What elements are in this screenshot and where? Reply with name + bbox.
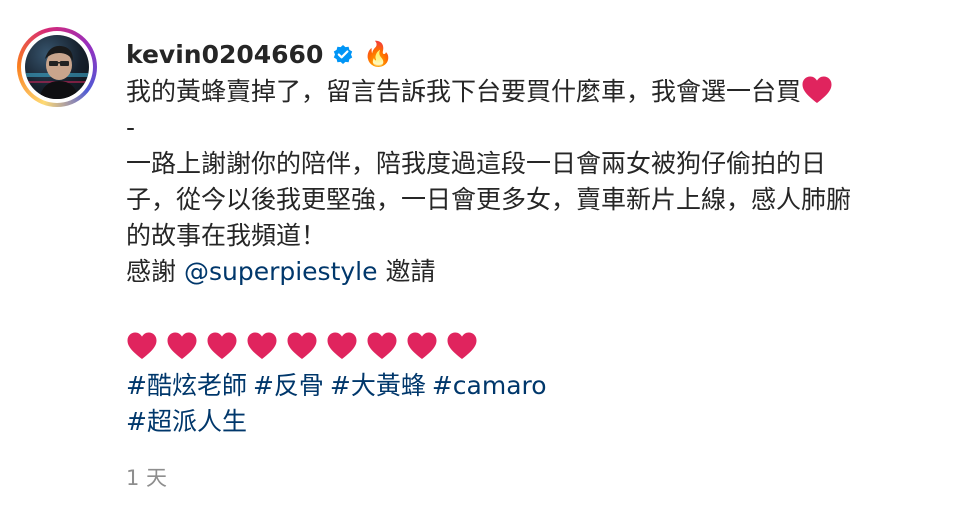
username-link[interactable]: kevin0204660	[126, 40, 323, 69]
caption-text: 我的黃蜂賣掉了，留言告訴我下台要買什麼車，我會選一台買	[126, 77, 802, 106]
mention-link[interactable]: @superpiestyle	[184, 257, 378, 286]
red-heart-icon	[166, 331, 198, 361]
caption-line-4: 子，從今以後我更堅強，一日會更多女，賣車新片上線，感人肺腑	[126, 185, 852, 214]
red-heart-icon	[246, 331, 278, 361]
comment-header: kevin0204660 🔥	[126, 34, 956, 74]
hearts-row	[126, 326, 956, 362]
caption-line-1: 我的黃蜂賣掉了，留言告訴我下台要買什麼車，我會選一台買	[126, 74, 956, 110]
verified-badge-icon	[331, 42, 355, 66]
red-heart-icon	[366, 331, 398, 361]
thanks-prefix: 感謝	[126, 257, 184, 286]
hashtag-link[interactable]: #反骨	[253, 371, 324, 400]
red-heart-icon	[801, 75, 833, 105]
fire-emoji: 🔥	[363, 40, 394, 68]
caption-line-5: 的故事在我頻道！	[126, 221, 327, 250]
red-heart-icon	[446, 331, 478, 361]
hashtag-link[interactable]: #超派人生	[126, 407, 247, 436]
hashtags-line-2: #超派人生	[126, 404, 956, 440]
avatar-border	[21, 31, 93, 103]
caption: 我的黃蜂賣掉了，留言告訴我下台要買什麼車，我會選一台買 - 一路上謝謝你的陪伴，…	[126, 74, 956, 440]
hashtag-link[interactable]: #酷炫老師	[126, 371, 247, 400]
caption-line-3: 一路上謝謝你的陪伴，陪我度過這段一日會兩女被狗仔偷拍的日	[126, 149, 827, 178]
red-heart-icon	[206, 331, 238, 361]
avatar-image	[25, 35, 89, 99]
timestamp[interactable]: 1 天	[126, 462, 167, 492]
avatar-photo-icon	[25, 45, 89, 99]
comment-body: kevin0204660 🔥 我的黃蜂賣掉了，留言告訴我下台要買什麼車，我會選一…	[126, 34, 956, 440]
hashtag-link[interactable]: #大黃蜂	[330, 371, 426, 400]
hashtag-link[interactable]: #camaro	[432, 371, 547, 400]
red-heart-icon	[126, 331, 158, 361]
hashtags-line-1: #酷炫老師 #反骨 #大黃蜂 #camaro	[126, 368, 956, 404]
red-heart-icon	[326, 331, 358, 361]
red-heart-icon	[286, 331, 318, 361]
thanks-line: 感謝 @superpiestyle 邀請	[126, 254, 956, 290]
instagram-comment: kevin0204660 🔥 我的黃蜂賣掉了，留言告訴我下台要買什麼車，我會選一…	[0, 0, 976, 506]
avatar[interactable]	[17, 27, 97, 107]
red-heart-icon	[406, 331, 438, 361]
caption-line-2: -	[126, 113, 136, 142]
thanks-suffix: 邀請	[377, 257, 436, 286]
